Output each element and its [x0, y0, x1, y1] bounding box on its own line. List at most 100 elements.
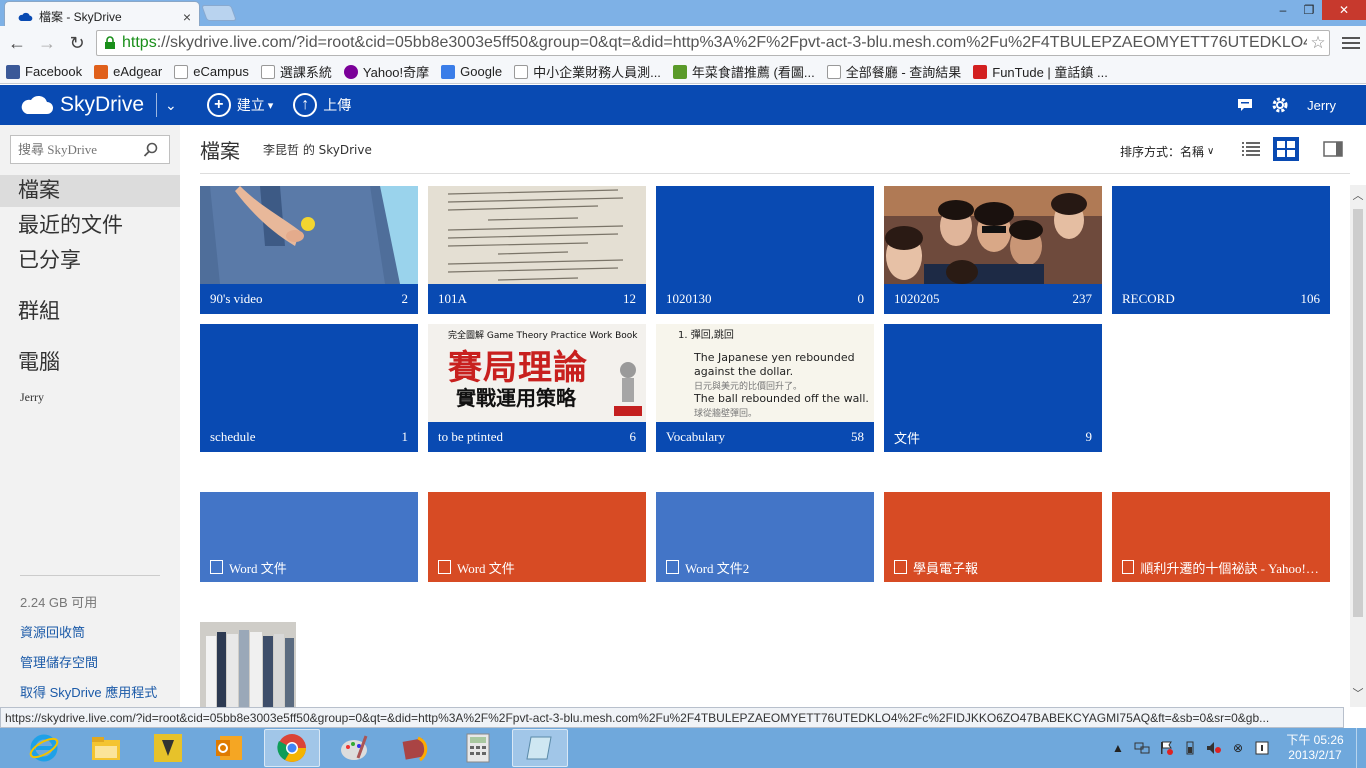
document-tile[interactable]: Word 文件: [428, 492, 646, 582]
document-tile[interactable]: Word 文件: [200, 492, 418, 582]
eadgear-icon: [94, 64, 109, 79]
get-apps-link[interactable]: 取得 SkyDrive 應用程式: [20, 682, 160, 701]
show-desktop-button[interactable]: [1356, 728, 1366, 768]
reload-icon[interactable]: ↻: [64, 30, 90, 56]
new-tab-button[interactable]: [201, 5, 237, 21]
power-icon[interactable]: [1178, 738, 1202, 758]
browser-tab-active[interactable]: 檔案 - SkyDrive ×: [4, 1, 200, 26]
bookmark-recipes[interactable]: 年菜食譜推薦 (看圖...: [672, 62, 815, 81]
bookmark-star-icon[interactable]: ☆: [1307, 33, 1329, 53]
bookmark-restaurants[interactable]: 全部餐廳 - 查詢結果: [826, 62, 961, 81]
vocab-line-5: The ball rebounded off the wall.: [694, 392, 869, 405]
user-name[interactable]: Jerry: [1307, 98, 1336, 113]
chevron-down-icon[interactable]: ⌄: [165, 97, 177, 114]
address-url[interactable]: https://skydrive.live.com/?id=root&cid=0…: [122, 34, 1307, 52]
sidebar-item-pcs[interactable]: 電腦: [0, 347, 180, 379]
window-close-icon[interactable]: ✕: [1322, 0, 1366, 20]
bookmark-eadgear[interactable]: eAdgear: [94, 64, 162, 79]
document-tile[interactable]: 學員電子報: [884, 492, 1102, 582]
calculator-icon[interactable]: [450, 729, 506, 767]
bookmark-sme-finance[interactable]: 中小企業財務人員測...: [514, 62, 661, 81]
folder-tile[interactable]: 1020130 0: [656, 186, 874, 314]
scrollbar-thumb[interactable]: [1353, 209, 1363, 617]
tray-expand-icon[interactable]: ▲: [1106, 738, 1130, 758]
back-icon[interactable]: ←: [4, 30, 30, 56]
file-explorer-icon[interactable]: [78, 729, 134, 767]
thumbnails-view-icon[interactable]: [1273, 137, 1299, 161]
gear-icon[interactable]: [1271, 96, 1289, 114]
folder-tile[interactable]: 完全圖解 Game Theory Practice Work Book 賽局理論…: [428, 324, 646, 452]
sidebar-item-recent[interactable]: 最近的文件: [0, 210, 180, 242]
search-box[interactable]: [10, 135, 170, 164]
notification-icon[interactable]: [1250, 738, 1274, 758]
restore-icon[interactable]: ❐: [1296, 0, 1322, 20]
outlook-icon[interactable]: [202, 729, 258, 767]
folder-thumbnail: [428, 186, 646, 284]
search-icon[interactable]: [142, 142, 160, 158]
action-center-flag-icon[interactable]: [1154, 738, 1178, 758]
sort-label: 排序方式：名稱: [1120, 145, 1205, 159]
photo-tile[interactable]: [200, 622, 296, 707]
sort-dropdown[interactable]: 排序方式：名稱 ∨: [1120, 143, 1214, 160]
scroll-up-icon[interactable]: ︿: [1350, 187, 1366, 207]
page-icon: [514, 64, 529, 79]
document-tile[interactable]: 順利升遷的十個祕訣 - Yahoo!奇摩: [1112, 492, 1330, 582]
minimize-icon[interactable]: –: [1270, 0, 1296, 20]
messenger-icon[interactable]: [1237, 98, 1253, 112]
folder-thumbnail: 完全圖解 Game Theory Practice Work Book 賽局理論…: [428, 324, 646, 422]
chrome-icon[interactable]: [264, 729, 320, 767]
facebook-icon: [6, 64, 20, 79]
chrome-menu-icon[interactable]: [1342, 34, 1360, 52]
vertical-scrollbar[interactable]: ︿ ﹀: [1350, 185, 1366, 707]
app-launcher-icon[interactable]: [140, 729, 196, 767]
folder-tile[interactable]: schedule 1: [200, 324, 418, 452]
paint-icon[interactable]: [326, 729, 382, 767]
word-doc-icon: [210, 560, 223, 574]
folder-tile[interactable]: 101A 12: [428, 186, 646, 314]
bookmark-ecampus[interactable]: eCampus: [174, 64, 249, 79]
media-app-icon[interactable]: [388, 729, 444, 767]
details-pane-icon[interactable]: [1320, 137, 1346, 161]
bookmark-course-system[interactable]: 選課系統: [260, 62, 332, 81]
folder-tile[interactable]: 文件 9: [884, 324, 1102, 452]
web-doc-icon: [1122, 560, 1135, 574]
sidebar: 檔案 最近的文件 已分享 群組 電腦 Jerry 2.24 GB 可用 資源回收…: [0, 125, 180, 707]
address-bar[interactable]: https://skydrive.live.com/?id=root&cid=0…: [96, 30, 1330, 56]
document-tile[interactable]: Word 文件2: [656, 492, 874, 582]
create-button[interactable]: + 建立 ▾: [206, 93, 273, 117]
folder-name: RECORD: [1122, 291, 1175, 306]
sidebar-item-files[interactable]: 檔案: [0, 175, 180, 207]
url-scheme: https: [122, 34, 157, 51]
bookmark-google[interactable]: Google: [441, 64, 502, 79]
volume-muted-icon[interactable]: [1202, 738, 1226, 758]
manage-storage-link[interactable]: 管理儲存空間: [20, 652, 98, 671]
bookmark-facebook[interactable]: Facebook: [6, 64, 82, 79]
folder-tile[interactable]: RECORD 106: [1112, 186, 1330, 314]
bookmark-yahoo[interactable]: Yahoo!奇摩: [343, 62, 429, 81]
internet-explorer-icon[interactable]: [16, 729, 72, 767]
window-controls: – ❐ ✕: [1270, 0, 1366, 22]
upload-button[interactable]: ↑ 上傳: [293, 93, 351, 117]
folder-tile[interactable]: 1020205 237: [884, 186, 1102, 314]
network-icon[interactable]: [1130, 738, 1154, 758]
taskbar-clock[interactable]: 下午 05:26 2013/2/17: [1274, 733, 1356, 763]
recycle-bin-link[interactable]: 資源回收筒: [20, 622, 85, 641]
tab-close-icon[interactable]: ×: [183, 9, 191, 25]
brand-name: SkyDrive: [60, 93, 145, 116]
notes-app-icon[interactable]: [512, 729, 568, 767]
folder-tile[interactable]: 90's video 2: [200, 186, 418, 314]
folder-tile[interactable]: 1. 彈回,跳回 The Japanese yen rebounded agai…: [656, 324, 874, 452]
vocab-line-6: 球從牆壁彈回。: [694, 409, 758, 419]
header-right: Jerry: [1237, 85, 1336, 125]
close-circle-icon[interactable]: ⊗: [1226, 738, 1250, 758]
sidebar-item-groups[interactable]: 群組: [0, 296, 180, 328]
details-view-icon[interactable]: [1238, 137, 1264, 161]
search-input[interactable]: [18, 141, 142, 158]
forward-icon[interactable]: →: [34, 30, 60, 56]
scroll-down-icon[interactable]: ﹀: [1350, 685, 1366, 705]
sidebar-item-shared[interactable]: 已分享: [0, 245, 180, 277]
skydrive-logo[interactable]: SkyDrive: [20, 93, 144, 117]
bookmark-funtude[interactable]: FunTude | 童話鎮 ...: [973, 62, 1108, 81]
folder-caption: RECORD 106: [1112, 284, 1330, 314]
sidebar-pc-jerry[interactable]: Jerry: [20, 390, 44, 405]
